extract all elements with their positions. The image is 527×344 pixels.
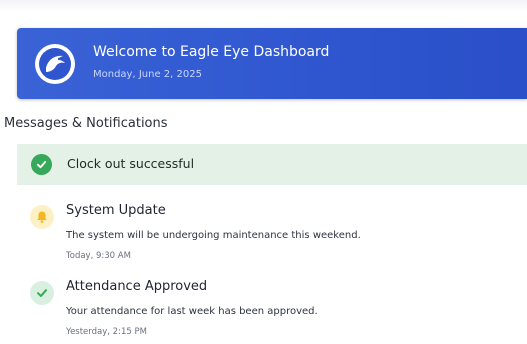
eagle-icon	[35, 44, 75, 84]
welcome-banner: Welcome to Eagle Eye Dashboard Monday, J…	[17, 28, 527, 99]
notification-item-attendance-approved[interactable]: Attendance Approved Your attendance for …	[17, 276, 527, 344]
check-circle-icon	[31, 154, 52, 175]
notification-time: Today, 9:30 AM	[66, 251, 131, 261]
check-icon	[30, 281, 54, 305]
bell-icon	[30, 205, 54, 229]
notification-body: The system will be undergoing maintenanc…	[66, 230, 361, 241]
alert-text: Clock out successful	[67, 156, 195, 171]
current-date: Monday, June 2, 2025	[93, 69, 202, 80]
notification-title: System Update	[66, 203, 166, 218]
clock-out-alert: Clock out successful	[17, 144, 527, 185]
notification-time: Yesterday, 2:15 PM	[66, 327, 147, 337]
dashboard-title: Welcome to Eagle Eye Dashboard	[93, 44, 330, 60]
messages-section-title: Messages & Notifications	[4, 116, 168, 131]
notification-title: Attendance Approved	[66, 279, 208, 294]
notification-item-system-update[interactable]: System Update The system will be undergo…	[17, 200, 527, 268]
notification-body: Your attendance for last week has been a…	[66, 306, 318, 317]
top-bar	[0, 0, 527, 12]
